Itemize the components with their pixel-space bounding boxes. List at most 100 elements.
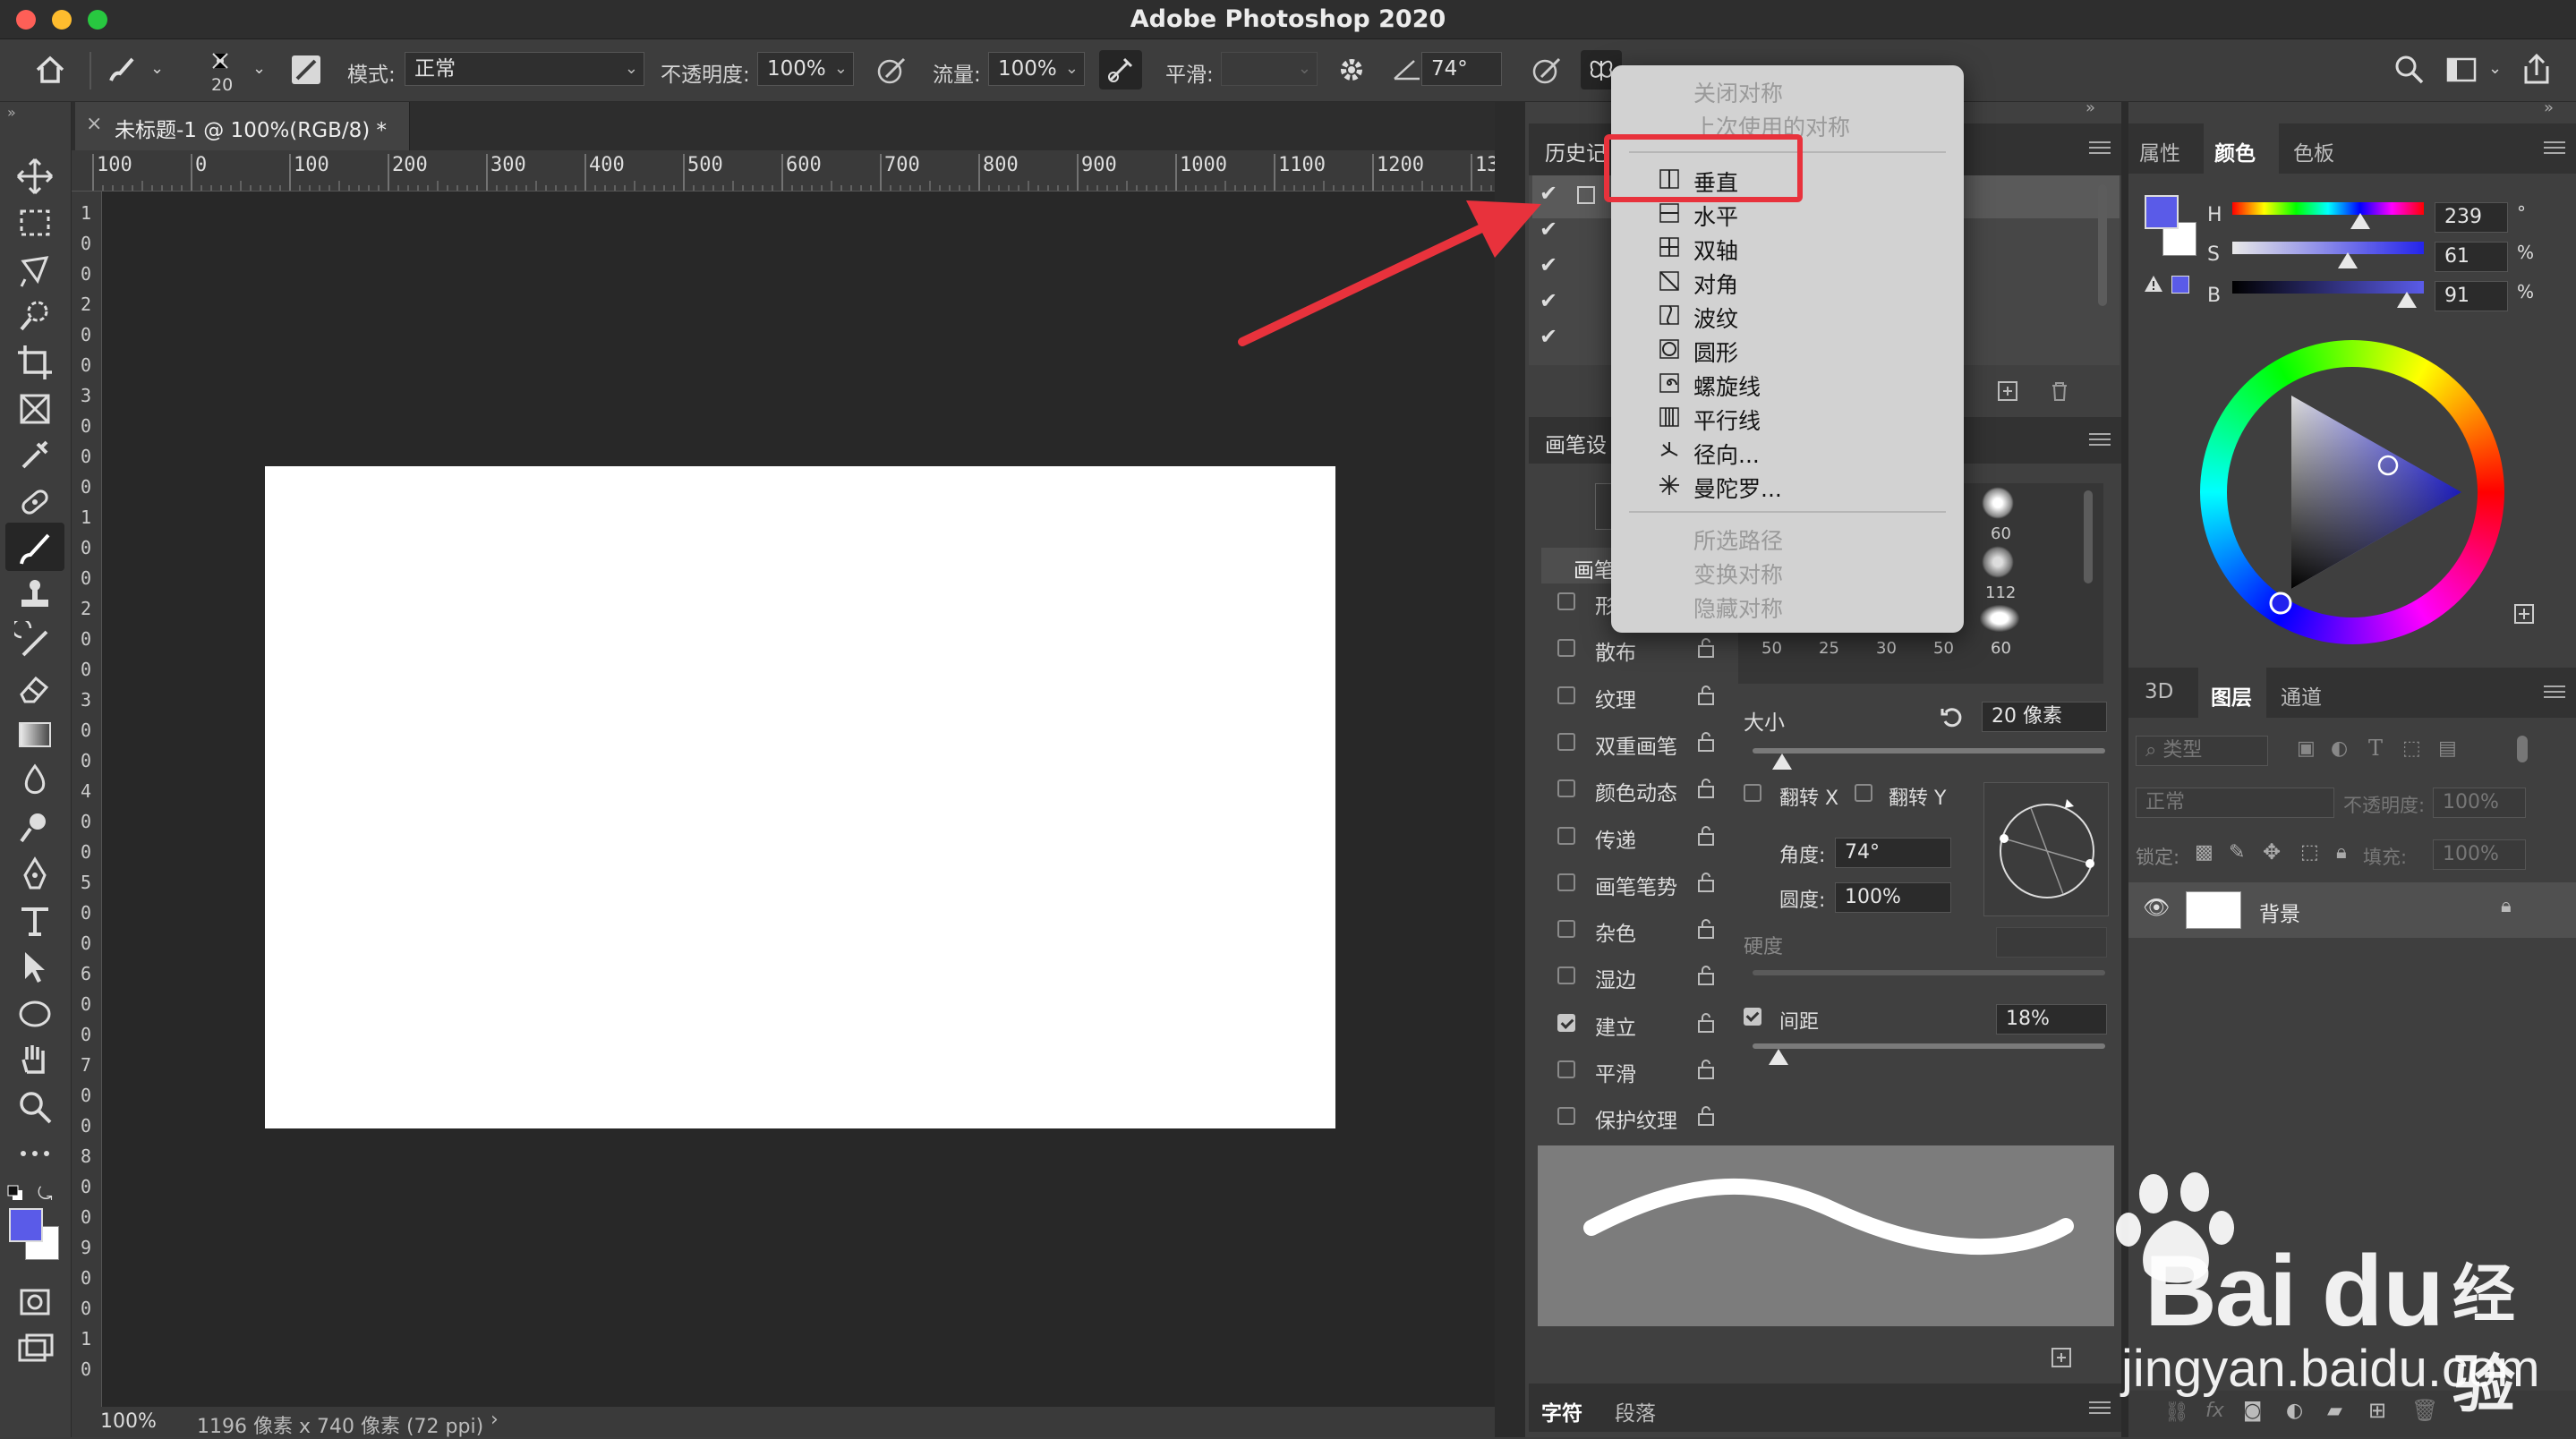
document-canvas[interactable] [265,466,1335,1128]
close-tab-icon[interactable]: × [86,113,102,135]
flip-x-checkbox[interactable] [1744,784,1761,802]
color-triangle[interactable] [2200,340,2504,644]
lock-image-pixels-icon[interactable]: ✎ [2229,841,2245,864]
menu-item-parallel-lines[interactable]: 平行线 [1693,404,1761,436]
airbrush-button[interactable] [1099,50,1142,89]
smoothing-options-gear-icon[interactable] [1334,52,1369,88]
brush-option-checkbox[interactable] [1557,639,1575,658]
healing-brush-tool-icon[interactable] [14,481,55,523]
document-tab[interactable]: × 未标题-1 @ 100%(RGB/8) * [75,102,410,150]
quick-selection-tool-icon[interactable] [14,295,55,336]
gradient-tool-icon[interactable] [14,714,55,755]
hand-tool-icon[interactable] [14,1040,55,1081]
default-colors-icon[interactable] [7,1185,23,1201]
layer-filter-select[interactable]: ⌕ 类型 [2136,736,2268,766]
type-tool-icon[interactable] [14,900,55,941]
home-icon[interactable] [32,52,68,88]
brush-tool-icon[interactable] [14,528,55,569]
brush-option-row[interactable]: 双重画笔 [1557,726,1719,762]
collapse-right-panels-icon[interactable]: » [2544,98,2554,117]
filter-type-icon[interactable]: T [2368,736,2383,761]
brush-option-checkbox[interactable] [1557,685,1575,704]
lasso-tool-icon[interactable] [14,249,55,290]
spacing-checkbox[interactable] [1744,1008,1761,1026]
brush-option-checkbox[interactable] [1557,592,1575,610]
layer-name[interactable]: 背景 [2259,897,2300,927]
dodge-tool-icon[interactable] [14,807,55,848]
out-of-gamut-warning-icon[interactable] [2143,274,2164,294]
brush-option-row[interactable]: 颜色动态 [1557,772,1719,808]
swatches-tab[interactable]: 色板 [2293,136,2334,166]
reset-size-icon[interactable] [1939,703,1966,730]
brush-tips-scrollbar[interactable] [2084,490,2093,583]
frame-tool-icon[interactable] [14,388,55,430]
foreground-color-swatch[interactable] [9,1208,43,1242]
lock-transparent-icon[interactable]: ▩ [2195,841,2213,864]
brush-settings-tab[interactable]: 画笔设 [1545,428,1607,458]
menu-item-spiral[interactable]: 螺旋线 [1693,370,1761,402]
menu-item-selected-path[interactable]: 所选路径 [1693,524,1783,556]
menu-item-wavy[interactable]: 波纹 [1693,302,1738,334]
filter-smart-object-icon[interactable]: ▤ [2438,737,2457,760]
spacing-slider[interactable] [1753,1043,2105,1049]
menu-item-mandala[interactable]: 曼陀罗... [1693,472,1782,504]
expand-color-wheel-icon[interactable] [2513,603,2535,625]
eraser-tool-icon[interactable] [14,668,55,709]
blend-mode-select[interactable]: 正常 [2136,788,2334,818]
clone-stamp-tool-icon[interactable] [14,575,55,616]
brush-option-checkbox[interactable] [1557,732,1575,751]
brush-option-row[interactable]: 传递 [1557,820,1719,856]
brush-tip-icon[interactable] [204,48,236,77]
menu-item-symmetry-off[interactable]: 关闭对称 [1693,76,1783,108]
lock-icon[interactable] [1697,918,1715,940]
menu-item-radial[interactable]: 径向... [1693,438,1760,470]
saturation-slider-thumb[interactable] [2338,252,2358,268]
in-gamut-swatch[interactable] [2171,276,2189,294]
menu-item-dual-axis[interactable]: 双轴 [1693,234,1738,266]
lock-all-icon[interactable]: 🔒︎ [2336,841,2347,864]
lock-icon[interactable] [1697,1105,1715,1127]
preset-dropdown-icon[interactable]: ⌄ [150,59,164,78]
lock-artboard-icon[interactable]: ⬚ [2300,841,2319,864]
layer-opacity-field[interactable]: 100% [2433,788,2526,818]
menu-item-hide-symmetry[interactable]: 隐藏对称 [1693,592,1783,624]
brush-option-row[interactable]: 画笔笔势 [1557,866,1719,902]
marquee-tool-icon[interactable] [14,202,55,243]
brush-option-row[interactable]: 散布 [1557,632,1719,668]
history-brush-tool-icon[interactable] [11,617,55,662]
brush-option-checkbox[interactable] [1557,1107,1575,1126]
zoom-tool-icon[interactable] [14,1086,55,1128]
color-tab[interactable]: 颜色 [2214,136,2256,166]
filter-shape-icon[interactable]: ⬚ [2402,737,2421,760]
brush-option-row[interactable]: 保护纹理 [1557,1100,1719,1136]
menu-item-horizontal[interactable]: 水平 [1693,200,1738,232]
lock-icon[interactable] [1697,778,1715,799]
s-field[interactable]: 61 [2435,242,2508,272]
delete-layer-trash-icon[interactable]: 🗑︎ [2411,1398,2438,1423]
brush-size-field[interactable]: 20 像素 [1982,702,2107,732]
info-menu-chevron-icon[interactable]: › [490,1409,499,1431]
new-group-folder-icon[interactable]: ▰ [2327,1400,2342,1422]
color-panel-menu-icon[interactable] [2544,141,2565,156]
workspace-dropdown-icon[interactable]: ⌄ [2488,59,2502,78]
filter-pixel-icon[interactable]: ▣ [2297,737,2316,760]
size-slider[interactable] [1753,748,2105,754]
mode-select[interactable]: 正常 ⌄ [405,52,644,86]
paragraph-tab[interactable]: 段落 [1615,1396,1656,1426]
menu-item-transform-symmetry[interactable]: 变换对称 [1693,558,1783,590]
blur-tool-icon[interactable] [14,761,55,802]
angle-field[interactable]: 74° [1835,838,1951,868]
lock-icon[interactable] [1697,1059,1715,1080]
screen-mode-icon[interactable] [14,1328,55,1369]
document-info[interactable]: 1196 像素 x 740 像素 (72 ppi) [197,1410,483,1439]
history-panel-menu-icon[interactable] [2089,141,2111,156]
quick-mask-icon[interactable] [14,1281,55,1323]
brush-option-row[interactable]: 湿边 [1557,959,1719,995]
brush-option-checkbox[interactable] [1557,920,1575,939]
layers-panel-menu-icon[interactable] [2544,685,2565,700]
color-panel-foreground-swatch[interactable] [2145,195,2179,229]
path-selection-tool-icon[interactable] [14,947,55,988]
properties-tab[interactable]: 属性 [2139,136,2180,166]
lock-icon[interactable] [1697,872,1715,893]
pen-tool-icon[interactable] [14,854,55,895]
